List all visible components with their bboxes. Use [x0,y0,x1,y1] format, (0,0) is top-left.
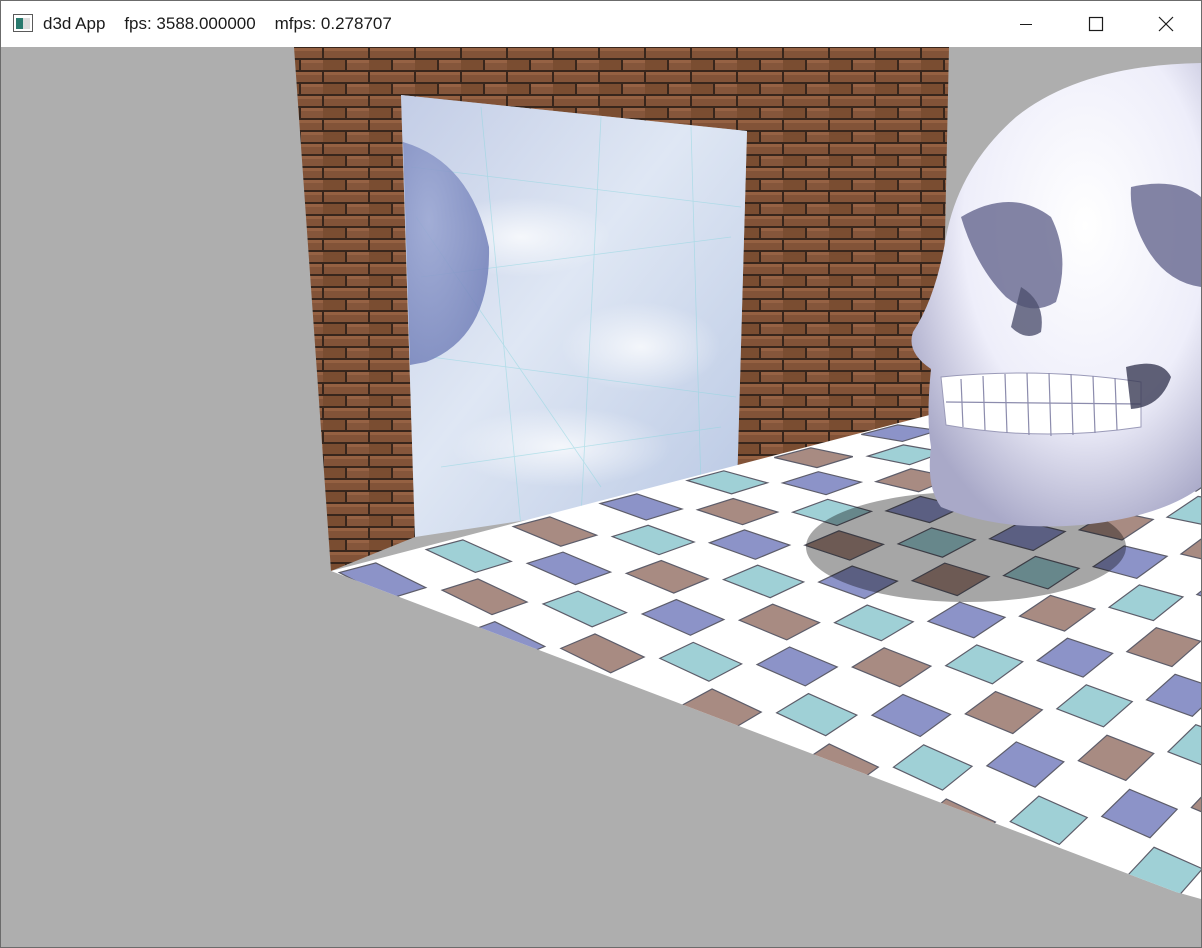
scene-canvas [294,47,1201,947]
minimize-button[interactable] [991,1,1061,47]
close-button[interactable] [1131,1,1201,47]
floor-tile [699,738,784,786]
close-icon [1158,16,1174,32]
floor-tile [1063,916,1140,947]
mfps-readout: mfps: 0.278707 [274,14,392,33]
maximize-button[interactable] [1061,1,1131,47]
floor-tile [820,797,903,848]
floor-tile [941,856,1022,899]
minimize-icon [1020,24,1032,25]
skull-model [911,63,1201,527]
window-title: d3d App fps: 3588.000000 mfps: 0.278707 [43,14,392,34]
fps-readout: fps: 3588.000000 [124,14,256,33]
title-bar[interactable]: d3d App fps: 3588.000000 mfps: 0.278707 [1,1,1201,47]
render-viewport[interactable] [1,47,1201,947]
mirror [401,95,747,537]
app-window: d3d App fps: 3588.000000 mfps: 0.278707 [0,0,1202,948]
maximize-icon [1088,16,1104,32]
floor-tile [1154,909,1201,947]
app-name: d3d App [43,14,106,33]
app-icon [13,14,33,32]
